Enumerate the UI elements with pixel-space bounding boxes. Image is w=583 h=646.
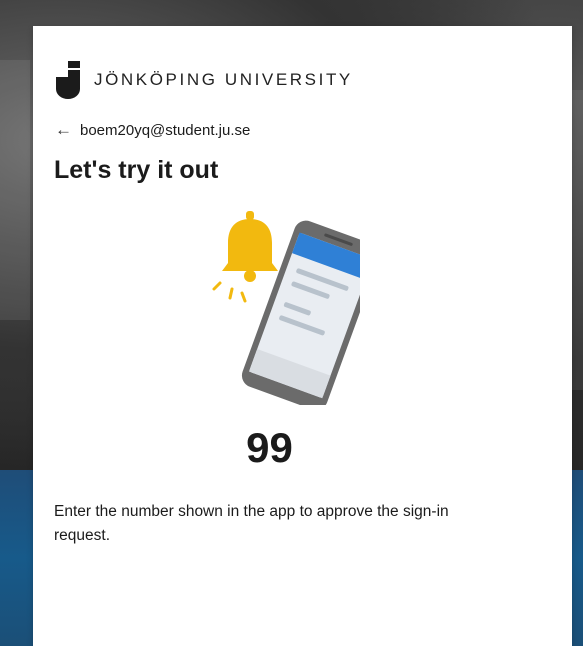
university-logo-icon [56, 61, 80, 99]
arrow-left-icon[interactable]: ← [55, 120, 72, 140]
bell-icon [212, 211, 278, 303]
background-detail [0, 60, 30, 320]
brand-logo: JÖNKÖPING UNIVERSITY [54, 60, 353, 100]
verification-number: 99 [246, 424, 293, 471]
instruction-text: Enter the number shown in the app to app… [54, 503, 449, 544]
authenticator-illustration [212, 211, 360, 405]
page-title: Let's try it out [54, 156, 219, 184]
brand-name: JÖNKÖPING UNIVERSITY [94, 70, 353, 89]
account-email: boem20yq@student.ju.se [80, 121, 251, 139]
account-back-row: ← boem20yq@student.ju.se [55, 120, 250, 140]
